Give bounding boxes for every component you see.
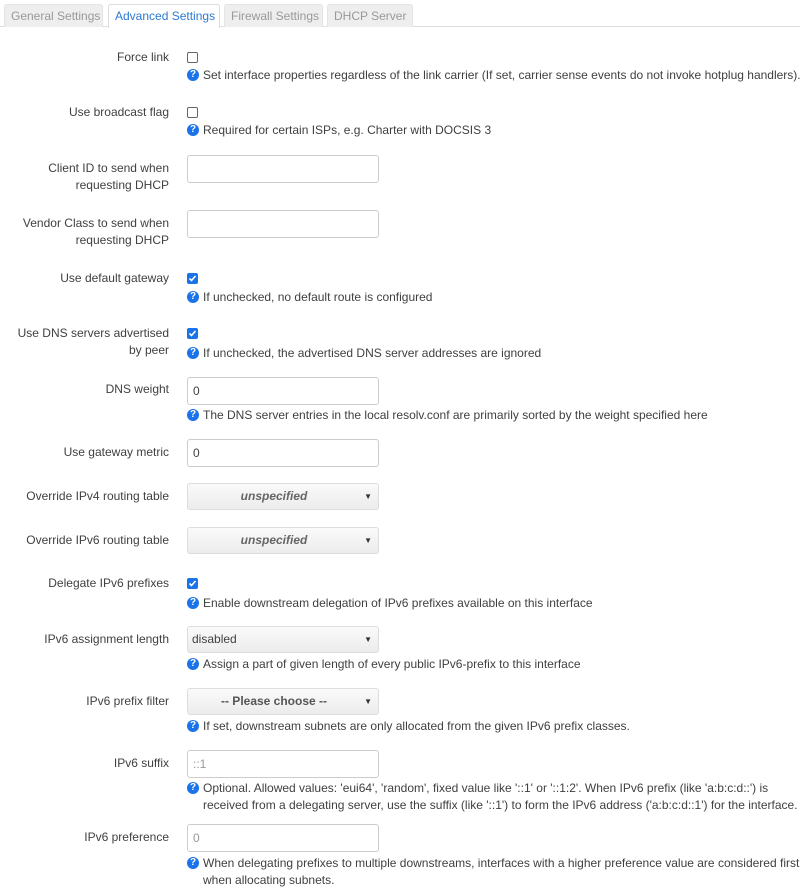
help-text: Required for certain ISPs, e.g. Charter …	[203, 123, 492, 137]
broadcast-flag-help: ? Required for certain ISPs, e.g. Charter…	[187, 122, 800, 139]
vendor-class-label: Vendor Class to send when requesting DHCP	[0, 215, 169, 249]
ipv6-prefix-filter-help: ? If set, downstream subnets are only all…	[187, 718, 800, 735]
ipv6-prefix-filter-label: IPv6 prefix filter	[86, 694, 169, 708]
ipv6-assignment-length-label: IPv6 assignment length	[44, 632, 169, 646]
tab-general-settings[interactable]: General Settings	[4, 4, 103, 27]
help-text: Optional. Allowed values: 'eui64', 'rand…	[203, 781, 769, 795]
force-link-help: ? Set interface properties regardless of …	[187, 67, 800, 84]
vendor-class-input[interactable]	[187, 210, 379, 238]
tab-dhcp-server[interactable]: DHCP Server	[327, 4, 413, 27]
broadcast-flag-label: Use broadcast flag	[68, 105, 169, 119]
peer-dns-help: ? If unchecked, the advertised DNS server…	[187, 345, 800, 362]
delegate-prefixes-checkbox[interactable]	[187, 578, 198, 589]
ipv6-preference-label: IPv6 preference	[84, 830, 169, 844]
help-icon: ?	[187, 720, 199, 732]
help-icon: ?	[187, 658, 199, 670]
tab-firewall-settings[interactable]: Firewall Settings	[224, 4, 323, 27]
help-text: Set interface properties regardless of t…	[203, 68, 800, 82]
help-icon: ?	[187, 597, 199, 609]
ipv6-preference-input[interactable]: 0	[187, 824, 379, 852]
ipv4-routing-table-select[interactable]: unspecified ▼	[187, 483, 379, 510]
ipv6-preference-help: ? When delegating prefixes to multiple do…	[187, 855, 800, 889]
gateway-metric-label: Use gateway metric	[63, 445, 169, 459]
default-gateway-help: ? If unchecked, no default route is confi…	[187, 289, 800, 306]
ipv6-suffix-label: IPv6 suffix	[113, 756, 169, 770]
ipv6-prefix-filter-select[interactable]: -- Please choose -- ▼	[187, 688, 379, 715]
dns-weight-input[interactable]: 0	[187, 377, 379, 405]
help-text: received from a delegating server, use t…	[203, 798, 798, 812]
default-gateway-checkbox[interactable]	[187, 273, 198, 284]
help-icon: ?	[187, 409, 199, 421]
help-text: when allocating subnets.	[203, 873, 335, 887]
delegate-prefixes-help: ? Enable downstream delegation of IPv6 pr…	[187, 595, 800, 612]
peer-dns-checkbox[interactable]	[187, 328, 198, 339]
help-icon: ?	[187, 347, 199, 359]
select-value: unspecified	[240, 533, 308, 547]
select-value: unspecified	[240, 489, 308, 503]
tab-advanced-settings[interactable]: Advanced Settings	[108, 4, 220, 28]
chevron-down-icon: ▼	[364, 536, 372, 545]
client-id-label: Client ID to send when requesting DHCP	[0, 160, 169, 194]
label-line: requesting DHCP	[75, 178, 169, 192]
help-text: If set, downstream subnets are only allo…	[203, 719, 630, 733]
help-text: When delegating prefixes to multiple dow…	[203, 856, 800, 870]
chevron-down-icon: ▼	[364, 635, 372, 644]
ipv6-routing-table-select[interactable]: unspecified ▼	[187, 527, 379, 554]
delegate-prefixes-label: Delegate IPv6 prefixes	[48, 576, 169, 590]
ipv6-routing-table-label: Override IPv6 routing table	[26, 533, 169, 547]
select-value: disabled	[192, 632, 237, 646]
ipv6-suffix-input[interactable]: ::1	[187, 750, 379, 778]
default-gateway-label: Use default gateway	[60, 271, 169, 285]
ipv4-routing-table-label: Override IPv4 routing table	[26, 489, 169, 503]
help-icon: ?	[187, 291, 199, 303]
dns-weight-label: DNS weight	[105, 382, 169, 396]
ipv6-assignment-length-select[interactable]: disabled ▼	[187, 626, 379, 653]
help-icon: ?	[187, 124, 199, 136]
label-line: Vendor Class to send when	[22, 216, 169, 230]
select-value: -- Please choose --	[220, 694, 328, 708]
help-text: Assign a part of given length of every p…	[203, 657, 581, 671]
label-line: Client ID to send when	[48, 161, 169, 175]
help-icon: ?	[187, 69, 199, 81]
tab-bar: General Settings Advanced Settings Firew…	[0, 0, 800, 28]
help-icon: ?	[187, 857, 199, 869]
ipv6-assignment-length-help: ? Assign a part of given length of every …	[187, 656, 800, 673]
force-link-label: Force link	[116, 50, 169, 64]
help-icon: ?	[187, 782, 199, 794]
help-text: The DNS server entries in the local reso…	[203, 408, 708, 422]
help-text: Enable downstream delegation of IPv6 pre…	[203, 596, 593, 610]
gateway-metric-input[interactable]: 0	[187, 439, 379, 467]
client-id-input[interactable]	[187, 155, 379, 183]
help-text: If unchecked, no default route is config…	[203, 290, 433, 304]
chevron-down-icon: ▼	[364, 697, 372, 706]
label-line: requesting DHCP	[75, 233, 169, 247]
label-line: Use DNS servers advertised	[17, 326, 169, 340]
label-line: by peer	[128, 343, 169, 357]
ipv6-suffix-help: ? Optional. Allowed values: 'eui64', 'ran…	[187, 780, 800, 814]
chevron-down-icon: ▼	[364, 492, 372, 501]
broadcast-flag-checkbox[interactable]	[187, 107, 198, 118]
help-text: If unchecked, the advertised DNS server …	[203, 346, 542, 360]
dns-weight-help: ? The DNS server entries in the local res…	[187, 407, 800, 424]
peer-dns-label: Use DNS servers advertised by peer	[0, 325, 169, 359]
force-link-checkbox[interactable]	[187, 52, 198, 63]
